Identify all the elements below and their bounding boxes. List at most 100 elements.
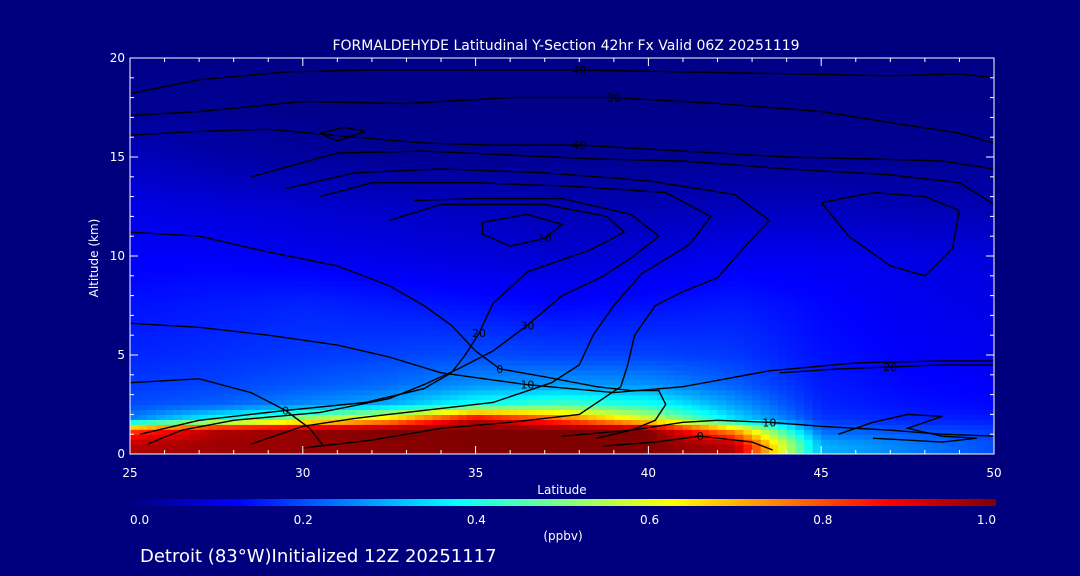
heatmap-cell [587, 256, 598, 262]
heatmap-cell [484, 280, 494, 287]
heatmap-cell [441, 345, 451, 351]
heatmap-cell [665, 265, 675, 272]
heatmap-cell [838, 320, 848, 326]
heatmap-cell [320, 231, 330, 237]
heatmap-cell [708, 404, 719, 411]
heatmap-cell [276, 330, 287, 336]
heatmap-cell [924, 241, 935, 247]
heatmap-cell [734, 315, 745, 321]
heatmap-cell [173, 439, 183, 445]
heatmap-cell [147, 364, 157, 371]
heatmap-cell [458, 290, 468, 297]
heatmap-cell [657, 265, 667, 272]
heatmap-cell [587, 241, 598, 247]
heatmap-cell [423, 374, 433, 381]
heatmap-cell [207, 265, 217, 272]
heatmap-cell [250, 241, 261, 247]
heatmap-cell [207, 439, 217, 445]
heatmap-cell [397, 330, 408, 336]
heatmap-cell [242, 444, 252, 450]
heatmap-cell [968, 211, 978, 217]
heatmap-cell [536, 285, 546, 292]
heatmap-cell [337, 256, 347, 262]
heatmap-cell [268, 260, 278, 267]
heatmap-cell [674, 211, 684, 217]
heatmap-cell [199, 315, 209, 321]
heatmap-cell [363, 290, 373, 297]
heatmap-cell [354, 285, 364, 292]
heatmap-cell [674, 236, 684, 242]
heatmap-cell [700, 345, 710, 351]
heatmap-cell [907, 359, 917, 366]
heatmap-cell [475, 429, 485, 435]
heatmap-cell [501, 444, 511, 450]
heatmap-cell [466, 236, 477, 242]
heatmap-cell [147, 315, 157, 321]
heatmap-cell [682, 369, 693, 376]
heatmap-cell [233, 251, 243, 257]
heatmap-cell [803, 399, 814, 406]
heatmap-cell [587, 295, 598, 302]
heatmap-cell [302, 315, 313, 321]
heatmap-cell [164, 419, 174, 425]
heatmap-cell [406, 231, 416, 237]
heatmap-cell [276, 270, 287, 277]
heatmap-cell [207, 444, 217, 450]
heatmap-cell [250, 325, 261, 331]
heatmap-cell [164, 364, 174, 371]
heatmap-cell [466, 300, 477, 307]
heatmap-cell [199, 275, 209, 282]
heatmap-cell [466, 221, 477, 227]
heatmap-cell [665, 330, 675, 336]
heatmap-cell [190, 350, 200, 356]
heatmap-cell [855, 206, 865, 213]
heatmap-cell [181, 295, 192, 302]
heatmap-cell [233, 295, 243, 302]
heatmap-cell [942, 295, 952, 302]
heatmap-cell [803, 221, 814, 227]
heatmap-cell [138, 409, 148, 415]
heatmap-cell [950, 345, 961, 351]
heatmap-cell [760, 241, 770, 247]
heatmap-cell [760, 300, 770, 307]
heatmap-cell [778, 236, 788, 242]
heatmap-cell [855, 340, 865, 346]
heatmap-cell [933, 221, 943, 227]
heatmap-cell [363, 216, 373, 222]
heatmap-cell [898, 246, 909, 252]
heatmap-cell [795, 285, 805, 292]
heatmap-cell [812, 399, 822, 406]
heatmap-cell [138, 404, 148, 411]
heatmap-cell [838, 384, 848, 391]
heatmap-cell [544, 340, 554, 346]
heatmap-cell [527, 295, 537, 302]
heatmap-cell [622, 241, 632, 247]
heatmap-cell [518, 424, 529, 430]
heatmap-cell [225, 285, 235, 292]
heatmap-cell [950, 335, 961, 341]
heatmap-cell [605, 280, 615, 287]
heatmap-cell [173, 256, 183, 262]
heatmap-cell [216, 444, 226, 450]
heatmap-cell [250, 350, 261, 356]
heatmap-cell [527, 300, 537, 307]
heatmap-cell [553, 285, 563, 292]
heatmap-cell [657, 211, 667, 217]
heatmap-cell [795, 290, 805, 297]
heatmap-cell [181, 221, 192, 227]
heatmap-cell [423, 226, 433, 232]
heatmap-cell [553, 320, 563, 326]
heatmap-cell [484, 384, 494, 391]
heatmap-cell [795, 340, 805, 346]
heatmap-cell [397, 310, 408, 316]
heatmap-cell [250, 270, 261, 277]
heatmap-cell [985, 419, 994, 425]
heatmap-cell [691, 330, 701, 336]
heatmap-cell [726, 275, 736, 282]
heatmap-cell [173, 226, 183, 232]
heatmap-cell [406, 275, 416, 282]
heatmap-cell [285, 384, 295, 391]
heatmap-cell [916, 330, 926, 336]
heatmap-cell [570, 350, 580, 356]
heatmap-cell [225, 216, 235, 222]
